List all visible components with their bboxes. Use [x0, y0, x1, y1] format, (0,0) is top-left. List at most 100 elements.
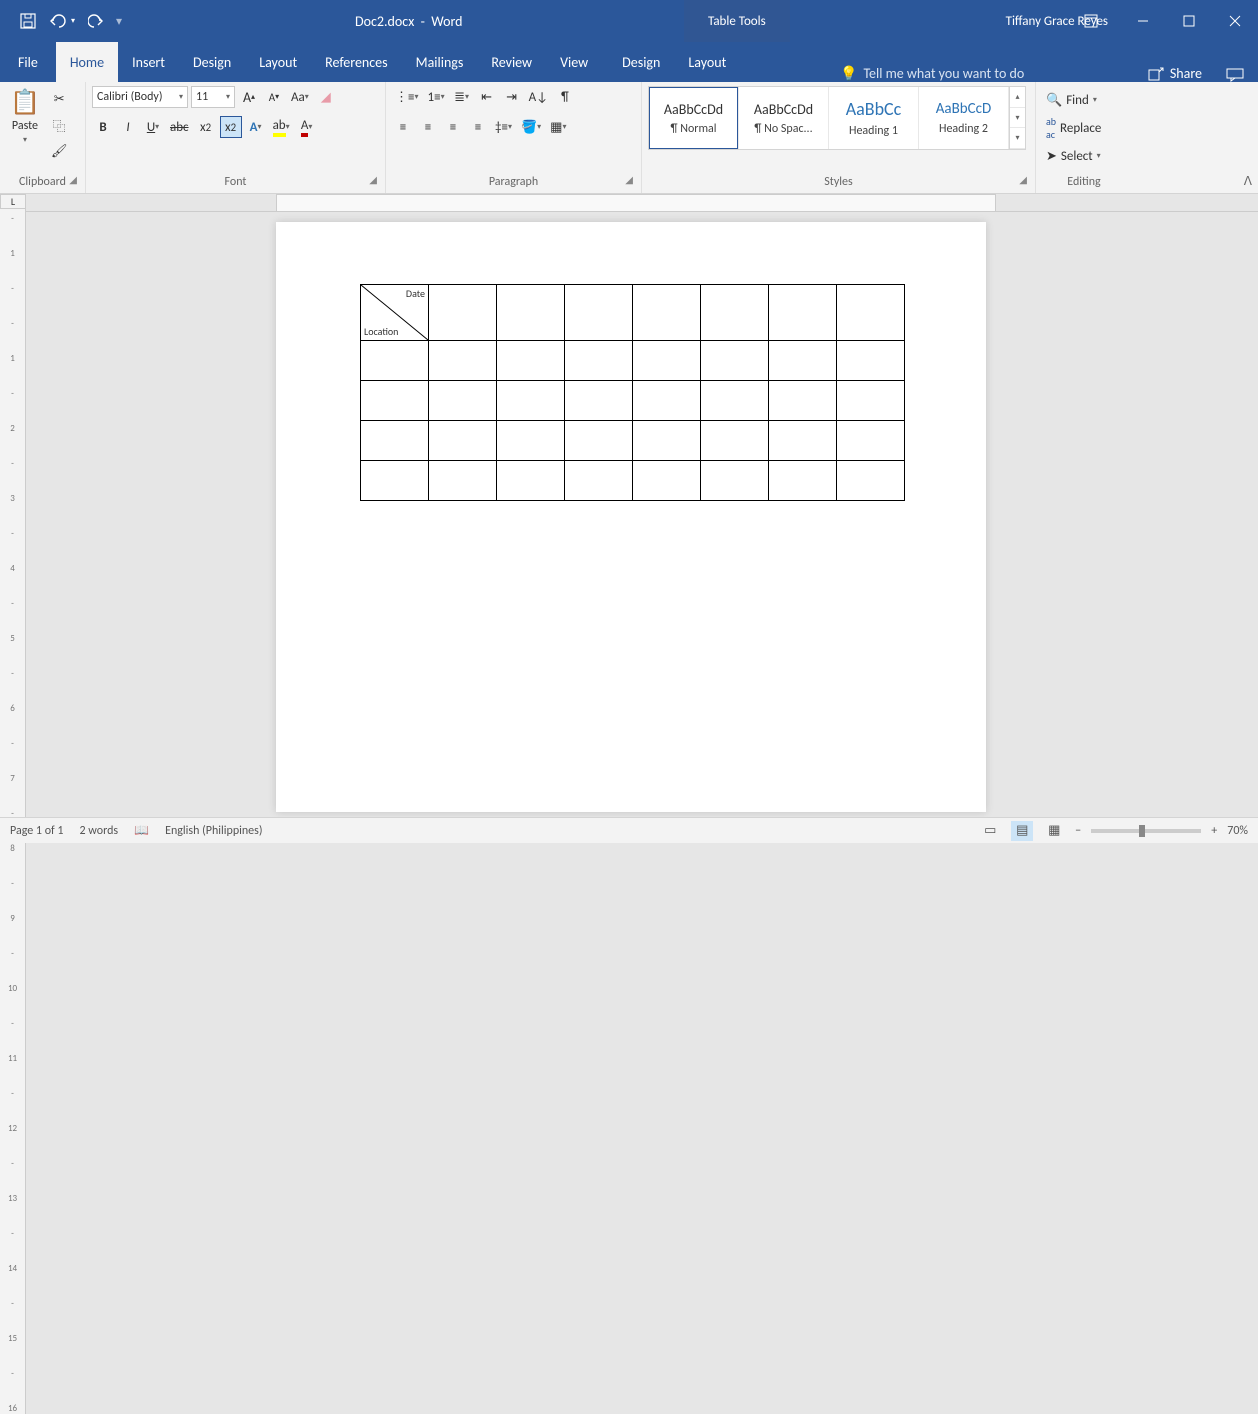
share-button[interactable]: Share: [1148, 65, 1202, 82]
zoom-level[interactable]: 70%: [1227, 824, 1248, 838]
save-button[interactable]: [14, 7, 42, 35]
tab-layout[interactable]: Layout: [245, 42, 311, 82]
table-cell[interactable]: [361, 341, 429, 381]
table-cell[interactable]: [837, 341, 905, 381]
web-layout-button[interactable]: ▦: [1043, 821, 1065, 841]
read-mode-button[interactable]: ▭: [979, 821, 1001, 841]
table-cell[interactable]: [701, 421, 769, 461]
tab-selector[interactable]: L: [0, 194, 26, 209]
horizontal-ruler[interactable]: [26, 194, 1258, 212]
table-cell[interactable]: [565, 421, 633, 461]
redo-button[interactable]: [82, 7, 110, 35]
font-size-combo[interactable]: 11▾: [191, 86, 235, 108]
font-color-button[interactable]: A▾: [296, 116, 318, 138]
change-case-button[interactable]: Aa▾: [288, 86, 312, 108]
select-button[interactable]: ➤Select▾: [1042, 144, 1105, 168]
language-indicator[interactable]: English (Philippines): [165, 824, 262, 838]
table-cell[interactable]: [633, 285, 701, 341]
strikethrough-button[interactable]: abc: [167, 116, 192, 138]
table-cell[interactable]: [701, 461, 769, 501]
style-no-spacing[interactable]: AaBbCcDd ¶ No Spac...: [739, 87, 829, 149]
tell-me-search[interactable]: 💡 Tell me what you want to do: [840, 65, 1024, 82]
table-cell[interactable]: [837, 461, 905, 501]
tab-file[interactable]: File: [0, 42, 56, 82]
format-painter-button[interactable]: 🖌: [48, 140, 71, 162]
table-cell[interactable]: [837, 421, 905, 461]
tab-insert[interactable]: Insert: [118, 42, 179, 82]
qat-customize-icon[interactable]: ▾: [116, 14, 122, 29]
table-cell[interactable]: [361, 381, 429, 421]
minimize-button[interactable]: [1120, 0, 1166, 42]
zoom-slider[interactable]: [1091, 829, 1201, 833]
line-spacing-button[interactable]: ‡≡▾: [492, 116, 515, 138]
cut-button[interactable]: ✂: [48, 88, 71, 110]
table-cell[interactable]: [769, 381, 837, 421]
table-cell[interactable]: [565, 381, 633, 421]
underline-button[interactable]: U▾: [142, 116, 164, 138]
page[interactable]: Date Location: [276, 222, 986, 812]
tab-table-layout[interactable]: Layout: [674, 42, 740, 82]
justify-button[interactable]: ≡: [467, 116, 489, 138]
zoom-in-button[interactable]: +: [1211, 824, 1217, 838]
numbering-button[interactable]: 1≡▾: [425, 86, 448, 108]
multilevel-list-button[interactable]: ≣▾: [451, 86, 473, 108]
page-indicator[interactable]: Page 1 of 1: [10, 824, 64, 838]
paste-button[interactable]: 📋 Paste ▾: [6, 86, 44, 147]
style-normal[interactable]: AaBbCcDd ¶ Normal: [649, 87, 739, 149]
replace-button[interactable]: abacReplace: [1042, 116, 1105, 140]
table-cell[interactable]: [497, 341, 565, 381]
tab-table-design[interactable]: Design: [608, 42, 674, 82]
table-cell[interactable]: [565, 341, 633, 381]
spellcheck-icon[interactable]: 📖: [134, 823, 149, 838]
align-center-button[interactable]: ≡: [417, 116, 439, 138]
table-cell[interactable]: [429, 285, 497, 341]
table-cell[interactable]: [701, 381, 769, 421]
table-cell[interactable]: [769, 285, 837, 341]
table-cell[interactable]: [769, 421, 837, 461]
font-dialog-launcher[interactable]: ◢: [369, 169, 377, 191]
tab-home[interactable]: Home: [56, 42, 118, 82]
table-cell[interactable]: [837, 285, 905, 341]
table-cell[interactable]: [497, 285, 565, 341]
word-count[interactable]: 2 words: [80, 824, 119, 838]
text-effects-button[interactable]: A▾: [245, 116, 267, 138]
tab-design[interactable]: Design: [179, 42, 245, 82]
table-cell[interactable]: [361, 421, 429, 461]
show-marks-button[interactable]: ¶: [554, 86, 576, 108]
table-cell[interactable]: [701, 341, 769, 381]
increase-indent-button[interactable]: ⇥: [501, 86, 523, 108]
table-cell[interactable]: [497, 461, 565, 501]
clear-formatting-button[interactable]: ◢: [315, 86, 337, 108]
style-heading-2[interactable]: AaBbCcD Heading 2: [919, 87, 1009, 149]
table-cell[interactable]: [633, 421, 701, 461]
borders-button[interactable]: ▦▾: [547, 116, 569, 138]
tab-view[interactable]: View: [546, 42, 602, 82]
copy-button[interactable]: ⿻: [48, 114, 71, 136]
decrease-indent-button[interactable]: ⇤: [476, 86, 498, 108]
document-table[interactable]: Date Location: [360, 284, 905, 501]
align-left-button[interactable]: ≡: [392, 116, 414, 138]
table-cell[interactable]: [429, 341, 497, 381]
bold-button[interactable]: B: [92, 116, 114, 138]
tab-references[interactable]: References: [311, 42, 401, 82]
shrink-font-button[interactable]: A▾: [263, 86, 285, 108]
styles-dialog-launcher[interactable]: ◢: [1019, 169, 1027, 191]
undo-button[interactable]: ▾: [48, 7, 76, 35]
print-layout-button[interactable]: ▤: [1011, 821, 1033, 841]
table-cell[interactable]: [633, 341, 701, 381]
zoom-out-button[interactable]: −: [1075, 824, 1081, 838]
gallery-up-button[interactable]: ▴: [1010, 87, 1025, 108]
table-cell[interactable]: [701, 285, 769, 341]
superscript-button[interactable]: x2: [220, 116, 242, 138]
table-cell[interactable]: [429, 381, 497, 421]
table-cell[interactable]: [633, 381, 701, 421]
highlight-button[interactable]: ab▾: [270, 116, 293, 138]
comments-icon[interactable]: [1226, 68, 1244, 82]
collapse-ribbon-button[interactable]: ᐱ: [1244, 174, 1252, 189]
table-cell[interactable]: [429, 461, 497, 501]
italic-button[interactable]: I: [117, 116, 139, 138]
table-cell[interactable]: [633, 461, 701, 501]
grow-font-button[interactable]: A▴: [238, 86, 260, 108]
table-cell[interactable]: [837, 381, 905, 421]
table-cell[interactable]: [565, 461, 633, 501]
